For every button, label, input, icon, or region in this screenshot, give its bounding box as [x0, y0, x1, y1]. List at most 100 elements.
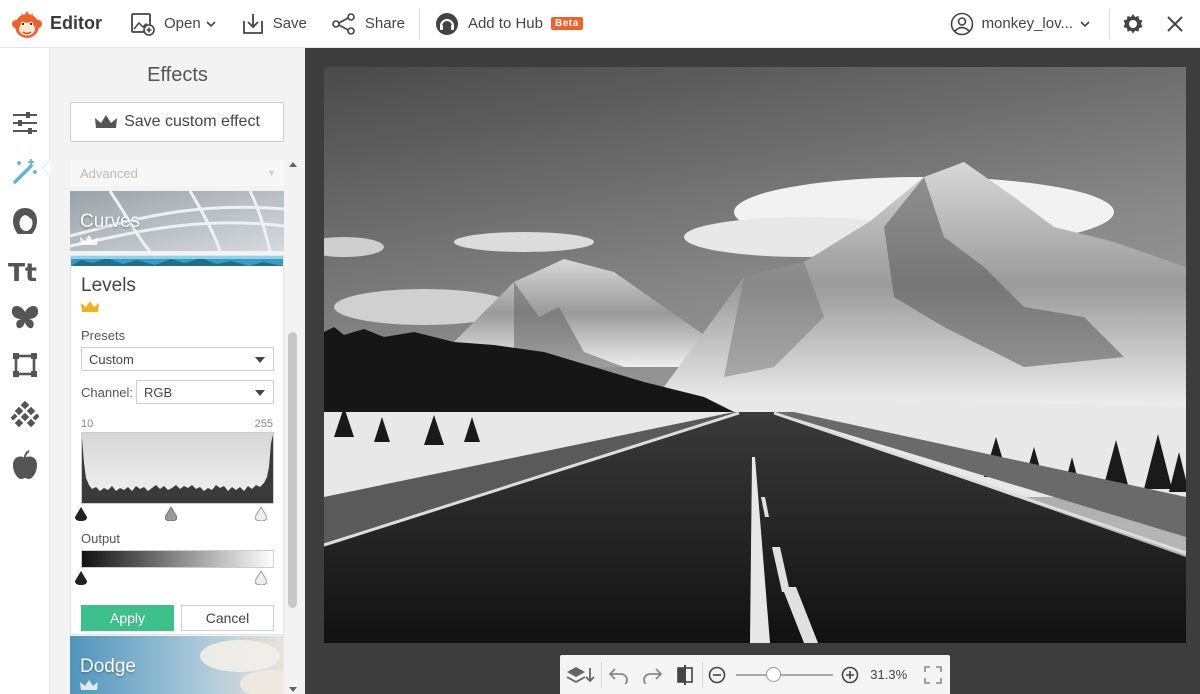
channel-label: Channel: [81, 385, 134, 400]
input-low-value: 10 [81, 418, 94, 430]
app-name: Editor [50, 13, 102, 33]
apply-button[interactable]: Apply [81, 605, 174, 631]
black-point-handle[interactable] [75, 507, 87, 521]
undo-button[interactable] [602, 655, 637, 694]
layers-icon [566, 666, 595, 683]
canvas-area [305, 48, 1200, 694]
chevron-down-icon [206, 20, 216, 27]
user-name: monkey_lov... [981, 15, 1073, 32]
svg-text:Tt: Tt [8, 258, 37, 285]
hub-headphones-icon [435, 12, 458, 35]
monkey-logo-icon [12, 10, 42, 38]
apple-icon [13, 450, 37, 479]
scroll-up-icon[interactable] [289, 162, 297, 167]
share-button[interactable]: Share [319, 0, 417, 48]
share-label: Share [364, 15, 405, 32]
preset-value: Custom [89, 351, 134, 367]
open-label: Open [164, 15, 201, 32]
channel-select[interactable]: RGB [136, 380, 274, 404]
rail-item-graphics[interactable] [0, 294, 50, 340]
presets-select[interactable]: Custom [81, 347, 274, 371]
effect-label: Dodge [80, 656, 136, 677]
layers-button[interactable] [560, 655, 601, 694]
add-to-hub-button[interactable]: Add to Hub Beta [422, 0, 595, 48]
effect-card-dodge[interactable]: Dodge [70, 636, 284, 694]
chevron-down-icon [255, 390, 265, 396]
effect-card-curves[interactable]: Curves [70, 191, 284, 251]
scroll-thumb[interactable] [288, 332, 297, 608]
chevron-down-icon: ▼ [267, 168, 276, 178]
input-high-value: 255 [254, 418, 273, 430]
zoom-level: 31.3% [870, 667, 908, 682]
compare-icon [676, 664, 693, 685]
save-label: Save [272, 15, 307, 32]
canvas-bottom-toolbar: 31.3% [560, 655, 950, 694]
text-icon: Tt [8, 258, 37, 285]
butterfly-icon [11, 306, 39, 329]
rail-item-adjust[interactable] [0, 100, 50, 146]
chevron-down-icon [1080, 20, 1090, 27]
settings-button[interactable] [1112, 0, 1154, 48]
share-icon [332, 12, 355, 35]
crown-icon [80, 680, 98, 690]
gear-icon [1123, 13, 1143, 34]
output-label: Output [81, 531, 121, 546]
histogram-graph [82, 435, 273, 503]
crown-icon [95, 115, 118, 128]
rail-item-touchup[interactable] [0, 198, 50, 244]
effect-label: Curves [80, 211, 141, 232]
fit-screen-button[interactable] [915, 655, 950, 694]
rail-item-frames[interactable] [0, 342, 50, 388]
midtone-handle[interactable] [165, 507, 177, 521]
zoom-in-button[interactable] [839, 655, 860, 694]
effects-panel: Effects Save custom effect Advanced ▼ Cu… [50, 48, 305, 694]
levels-effect-card: Levels Presets Custom Channel: RGB 10 25… [70, 255, 284, 635]
cancel-button[interactable]: Cancel [181, 605, 274, 631]
toolbar-divider [1109, 8, 1110, 39]
presets-label: Presets [81, 328, 126, 343]
save-custom-effect-label: Save custom effect [124, 113, 260, 130]
rail-item-text[interactable]: Tt [0, 248, 50, 294]
zoom-out-button[interactable] [703, 655, 730, 694]
output-gradient [81, 550, 274, 568]
brand[interactable]: Editor [0, 7, 118, 41]
rail-item-textures[interactable] [0, 392, 50, 438]
scroll-down-icon[interactable] [289, 687, 297, 692]
close-button[interactable] [1154, 0, 1196, 48]
open-button[interactable]: Open [118, 0, 229, 48]
input-level-values: 10 255 [81, 418, 273, 430]
rail-item-effects[interactable] [0, 148, 50, 194]
open-image-icon [131, 12, 155, 36]
frame-icon [13, 353, 37, 377]
chevron-down-icon [255, 357, 265, 363]
zoom-slider-knob[interactable] [766, 666, 782, 682]
redo-button[interactable] [636, 655, 667, 694]
save-download-icon [242, 13, 263, 34]
zoom-out-icon [708, 666, 726, 683]
panel-scrollbar[interactable] [288, 160, 298, 694]
undo-icon [608, 667, 628, 684]
texture-icon [11, 401, 39, 428]
channel-value: RGB [144, 384, 173, 400]
photo-canvas[interactable] [324, 67, 1186, 643]
top-toolbar: Editor Open Save Share Add to Hub Beta m… [0, 0, 1200, 48]
save-button[interactable]: Save [229, 0, 319, 48]
zoom-slider[interactable] [736, 666, 834, 682]
category-label: Advanced [80, 165, 138, 181]
user-avatar-icon [950, 12, 973, 35]
user-menu[interactable]: monkey_lov... [940, 12, 1107, 36]
beta-badge: Beta [551, 17, 583, 30]
output-white-handle[interactable] [255, 571, 267, 585]
rail-item-seasonal[interactable] [0, 442, 50, 488]
output-black-handle[interactable] [75, 571, 87, 585]
effect-category-select[interactable]: Advanced ▼ [70, 160, 284, 186]
redo-icon [643, 667, 663, 684]
close-icon [1167, 15, 1183, 32]
compare-button[interactable] [667, 655, 702, 694]
toolbar-right: monkey_lov... [940, 0, 1200, 48]
save-custom-effect-button[interactable]: Save custom effect [70, 102, 284, 142]
white-point-handle[interactable] [255, 507, 267, 521]
sliders-icon [13, 112, 37, 134]
magic-wand-icon [13, 159, 37, 184]
panel-title: Effects [147, 64, 208, 86]
